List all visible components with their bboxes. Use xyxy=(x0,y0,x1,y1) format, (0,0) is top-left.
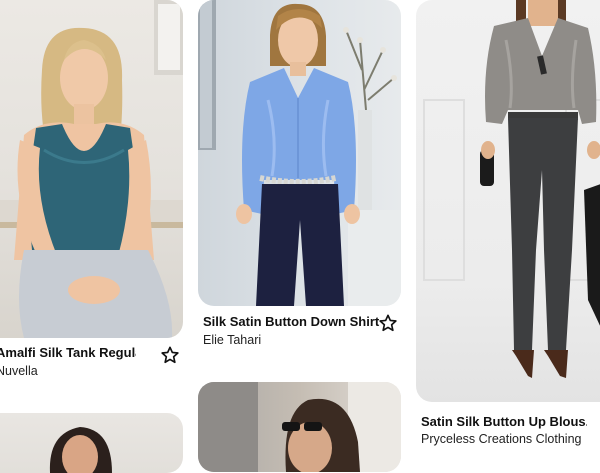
pin-image-3[interactable] xyxy=(416,0,600,402)
pin-source-1[interactable]: Nuvella xyxy=(0,364,38,378)
pin-image-5[interactable] xyxy=(198,382,401,472)
pin-image-1[interactable] xyxy=(0,0,183,338)
pin-title-1[interactable]: Amalfi Silk Tank Regular... xyxy=(0,345,136,360)
pin-image-4[interactable] xyxy=(0,413,183,473)
save-star-icon-1[interactable] xyxy=(160,345,180,365)
save-star-icon-2[interactable] xyxy=(378,313,398,333)
teal-tank-photo xyxy=(0,0,183,338)
pin-title-2[interactable]: Silk Satin Button Down Shirt xyxy=(203,314,393,329)
pin-source-3[interactable]: Pryceless Creations Clothing xyxy=(421,432,582,446)
pin-title-3[interactable]: Satin Silk Button Up Blous... xyxy=(421,414,587,429)
bottom-left-photo xyxy=(49,427,112,473)
gray-blouse-photo xyxy=(423,0,600,378)
pin-image-2[interactable] xyxy=(198,0,401,306)
blue-shirt-photo xyxy=(198,0,401,306)
bottom-middle-photo xyxy=(198,382,401,472)
pin-source-2[interactable]: Elie Tahari xyxy=(203,333,261,347)
